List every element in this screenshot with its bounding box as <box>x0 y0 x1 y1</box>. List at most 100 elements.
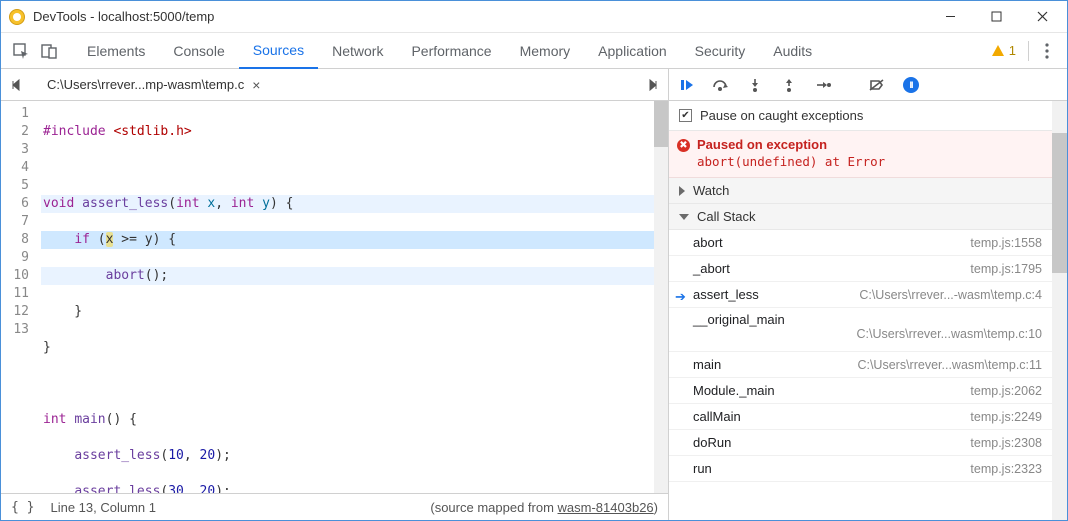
callstack-frame[interactable]: mainC:\Users\rrever...wasm\temp.c:11 <box>669 352 1052 378</box>
step-button[interactable] <box>811 78 835 92</box>
callstack-frame-function: assert_less <box>693 287 759 302</box>
file-tab-name: C:\Users\rrever...mp-wasm\temp.c <box>47 77 244 92</box>
step-into-button[interactable] <box>743 78 767 92</box>
callstack-frame-function: callMain <box>693 409 741 424</box>
tab-memory[interactable]: Memory <box>506 33 585 69</box>
tab-network[interactable]: Network <box>318 33 397 69</box>
callstack-frame-function: doRun <box>693 435 731 450</box>
inspect-element-button[interactable] <box>7 37 35 65</box>
pause-on-caught-row[interactable]: ✔ Pause on caught exceptions <box>669 101 1052 131</box>
editor-statusbar: { } Line 13, Column 1 (source mapped fro… <box>1 493 668 520</box>
pause-on-exceptions-button[interactable]: II <box>899 77 923 93</box>
kebab-icon <box>1045 43 1049 59</box>
debugger-panes: ✔ Pause on caught exceptions ✖ Paused on… <box>669 101 1067 520</box>
callstack-frame-function: abort <box>693 235 723 250</box>
code-editor-pane: 123 456 789 101112 13 #include <stdlib.h… <box>1 101 669 520</box>
callstack-frame[interactable]: Module._main temp.js:2062 <box>669 378 1052 404</box>
callstack-frame-location: temp.js:2308 <box>970 436 1042 450</box>
callstack-frame-location: temp.js:2062 <box>970 384 1042 398</box>
warnings-count: 1 <box>1009 43 1016 58</box>
step-over-button[interactable] <box>709 78 733 92</box>
callstack-frame[interactable]: callMain temp.js:2249 <box>669 404 1052 430</box>
warning-icon <box>991 44 1005 58</box>
editor-scrollbar-track[interactable] <box>654 101 668 493</box>
window-title: DevTools - localhost:5000/temp <box>33 9 927 24</box>
chevron-right-icon <box>679 186 685 196</box>
navigator-icon <box>10 78 26 92</box>
line-gutter: 123 456 789 101112 13 <box>1 101 37 493</box>
close-icon <box>1037 11 1048 22</box>
tab-performance[interactable]: Performance <box>397 33 505 69</box>
devtools-favicon-icon <box>9 9 25 25</box>
tab-elements[interactable]: Elements <box>73 33 159 69</box>
code-body[interactable]: #include <stdlib.h> void assert_less(int… <box>37 101 668 493</box>
sources-toolbar: C:\Users\rrever...mp-wasm\temp.c × <box>1 69 1067 101</box>
resume-button[interactable] <box>675 78 699 92</box>
tab-application[interactable]: Application <box>584 33 681 69</box>
step-out-button[interactable] <box>777 78 801 92</box>
callstack-frame-location: temp.js:2249 <box>970 410 1042 424</box>
callstack-frame[interactable]: doRun temp.js:2308 <box>669 430 1052 456</box>
checkbox-checked-icon[interactable]: ✔ <box>679 109 692 122</box>
pretty-print-button[interactable]: { } <box>11 500 34 515</box>
resume-icon <box>680 78 694 92</box>
window-minimize-button[interactable] <box>927 2 973 32</box>
breakpoints-off-icon <box>869 78 885 92</box>
callstack-frame-location: C:\Users\rrever...wasm\temp.c:11 <box>857 358 1042 372</box>
callstack-frame[interactable]: ➔ assert_less C:\Users\rrever...-wasm\temp… <box>669 282 1052 308</box>
watch-label: Watch <box>693 183 729 198</box>
step-over-icon <box>712 78 730 92</box>
callstack-frame-location: temp.js:1795 <box>970 262 1042 276</box>
callstack-frame[interactable]: __original_mainC:\Users\rrever...wasm\te… <box>669 308 1052 352</box>
watch-section-header[interactable]: Watch <box>669 178 1052 204</box>
file-tab-temp-c[interactable]: C:\Users\rrever...mp-wasm\temp.c × <box>37 71 270 98</box>
deactivate-breakpoints-button[interactable] <box>865 78 889 92</box>
tab-audits[interactable]: Audits <box>759 33 826 69</box>
window-maximize-button[interactable] <box>973 2 1019 32</box>
file-tab-close-icon[interactable]: × <box>252 77 260 93</box>
callstack-frame[interactable]: _aborttemp.js:1795 <box>669 256 1052 282</box>
side-panel-icon <box>643 78 659 92</box>
paused-message: ✖ Paused on exception abort(undefined) a… <box>669 131 1052 178</box>
titlebar: DevTools - localhost:5000/temp <box>1 1 1067 33</box>
show-debugger-pane-button[interactable] <box>638 72 664 98</box>
show-navigator-button[interactable] <box>5 72 31 98</box>
warnings-badge[interactable]: 1 <box>983 43 1024 58</box>
divider <box>1028 41 1029 61</box>
paused-title: Paused on exception <box>697 137 1042 152</box>
cursor-position: Line 13, Column 1 <box>50 500 156 515</box>
callstack-frame-function: __original_main <box>693 312 1042 327</box>
sources-content: 123 456 789 101112 13 #include <stdlib.h… <box>1 101 1067 520</box>
more-menu-button[interactable] <box>1033 37 1061 65</box>
tab-security[interactable]: Security <box>681 33 760 69</box>
callstack-frame[interactable]: aborttemp.js:1558 <box>669 230 1052 256</box>
callstack-frame-function: run <box>693 461 712 476</box>
chevron-down-icon <box>679 214 689 220</box>
source-map-link[interactable]: wasm-81403b26 <box>558 500 654 515</box>
callstack-frame-location: C:\Users\rrever...-wasm\temp.c:4 <box>859 288 1042 302</box>
paused-detail: abort(undefined) at Error <box>697 154 1042 169</box>
sidebar-scrollbar-thumb[interactable] <box>1052 133 1067 273</box>
step-out-icon <box>782 78 796 92</box>
tab-console[interactable]: Console <box>159 33 238 69</box>
maximize-icon <box>991 11 1002 22</box>
minimize-icon <box>945 11 956 22</box>
error-icon: ✖ <box>677 139 690 152</box>
window-close-button[interactable] <box>1019 2 1065 32</box>
current-frame-arrow-icon: ➔ <box>675 289 686 305</box>
tab-sources[interactable]: Sources <box>239 33 318 69</box>
callstack-section-header[interactable]: Call Stack <box>669 204 1052 230</box>
inspect-icon <box>12 42 30 60</box>
debugger-sidebar: ✔ Pause on caught exceptions ✖ Paused on… <box>669 101 1067 520</box>
editor-file-tabs: C:\Users\rrever...mp-wasm\temp.c × <box>1 69 669 100</box>
devtools-tabs: Elements Console Sources Network Perform… <box>1 33 1067 69</box>
debugger-controls: II <box>669 77 1067 93</box>
callstack-frame-function: Module._main <box>693 383 775 398</box>
callstack-label: Call Stack <box>697 209 756 224</box>
code-editor[interactable]: 123 456 789 101112 13 #include <stdlib.h… <box>1 101 668 493</box>
pause-on-caught-label: Pause on caught exceptions <box>700 108 863 123</box>
device-toolbar-button[interactable] <box>35 37 63 65</box>
callstack-frame[interactable]: runtemp.js:2323 <box>669 456 1052 482</box>
editor-scrollbar-thumb[interactable] <box>654 101 668 147</box>
devtools-window: DevTools - localhost:5000/temp Elements … <box>0 0 1068 521</box>
